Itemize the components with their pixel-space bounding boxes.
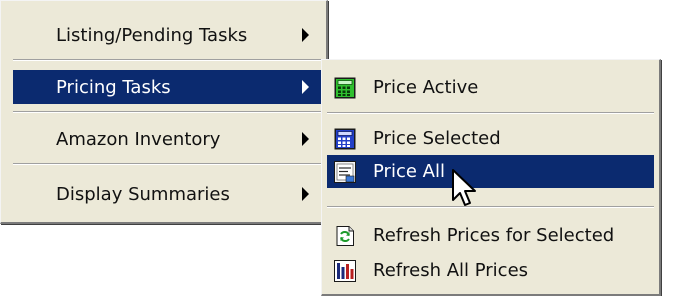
- menu-item-label: Price Selected: [373, 128, 501, 149]
- menu-item-price-selected[interactable]: Price Selected: [327, 122, 654, 155]
- pricing-tasks-submenu: Price Active Price Selected Price All Re…: [321, 59, 661, 296]
- menu-item-label: Display Summaries: [56, 183, 230, 205]
- menu-item-label: Listing/Pending Tasks: [56, 24, 248, 46]
- menu-item-pricing-tasks[interactable]: Pricing Tasks: [13, 70, 321, 104]
- calculator-blue-icon: [334, 128, 356, 150]
- menu-item-price-active[interactable]: Price Active: [327, 71, 654, 104]
- price-list-icon: [334, 161, 356, 183]
- refresh-icon: [334, 225, 356, 247]
- context-menu: Listing/Pending Tasks Pricing Tasks Amaz…: [0, 0, 328, 224]
- menu-separator: [13, 111, 321, 113]
- screenshot-stage: Listing/Pending Tasks Pricing Tasks Amaz…: [0, 0, 682, 296]
- menu-item-display-summaries[interactable]: Display Summaries: [13, 177, 321, 211]
- menu-item-label: Refresh Prices for Selected: [373, 225, 615, 246]
- menu-separator: [13, 59, 321, 61]
- submenu-arrow-icon: [302, 28, 309, 42]
- calculator-green-icon: [334, 77, 356, 99]
- bar-chart-icon: [334, 260, 356, 282]
- menu-separator: [13, 163, 321, 165]
- menu-separator: [327, 112, 654, 114]
- menu-item-refresh-all-prices[interactable]: Refresh All Prices: [327, 254, 654, 287]
- menu-item-label: Price Active: [373, 77, 479, 98]
- menu-item-listing-pending-tasks[interactable]: Listing/Pending Tasks: [13, 18, 321, 52]
- menu-item-label: Refresh All Prices: [373, 260, 529, 281]
- menu-item-label: Pricing Tasks: [56, 76, 171, 98]
- menu-item-label: Price All: [373, 161, 445, 182]
- submenu-arrow-icon: [302, 132, 309, 146]
- submenu-arrow-icon: [302, 80, 309, 94]
- menu-item-label: Amazon Inventory: [56, 128, 221, 150]
- menu-separator: [327, 206, 654, 208]
- submenu-arrow-icon: [302, 187, 309, 201]
- menu-item-refresh-prices-for-selected[interactable]: Refresh Prices for Selected: [327, 219, 654, 252]
- menu-item-price-all[interactable]: Price All: [327, 155, 654, 188]
- menu-item-amazon-inventory[interactable]: Amazon Inventory: [13, 122, 321, 156]
